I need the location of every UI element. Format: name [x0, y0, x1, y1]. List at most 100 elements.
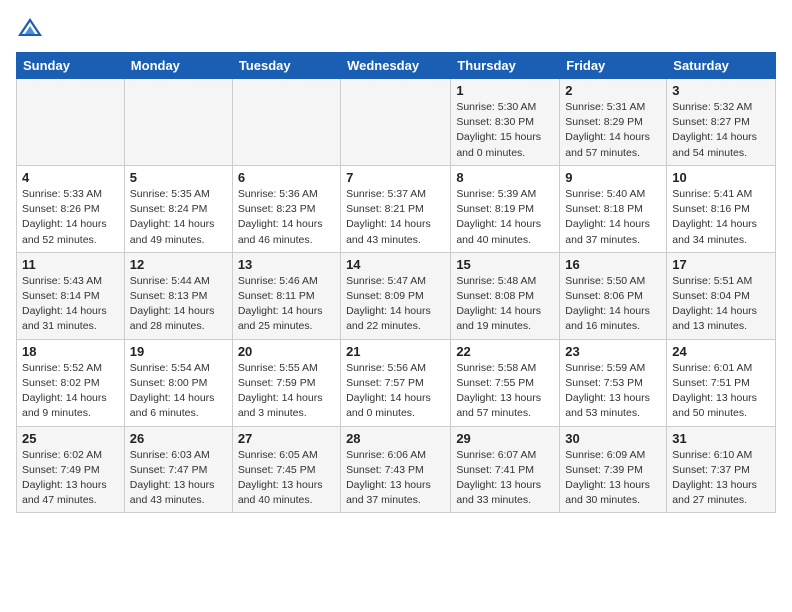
day-info: Sunrise: 5:40 AMSunset: 8:18 PMDaylight:…	[565, 187, 661, 248]
calendar-cell	[341, 79, 451, 166]
calendar-cell: 8 Sunrise: 5:39 AMSunset: 8:19 PMDaylight…	[451, 165, 560, 252]
day-info: Sunrise: 5:50 AMSunset: 8:06 PMDaylight:…	[565, 274, 661, 335]
day-number: 21	[346, 344, 445, 359]
day-number: 13	[238, 257, 335, 272]
day-info: Sunrise: 5:43 AMSunset: 8:14 PMDaylight:…	[22, 274, 119, 335]
day-info: Sunrise: 5:35 AMSunset: 8:24 PMDaylight:…	[130, 187, 227, 248]
day-info: Sunrise: 6:10 AMSunset: 7:37 PMDaylight:…	[672, 448, 770, 509]
day-number: 4	[22, 170, 119, 185]
weekday-thursday: Thursday	[451, 53, 560, 79]
day-info: Sunrise: 6:02 AMSunset: 7:49 PMDaylight:…	[22, 448, 119, 509]
day-info: Sunrise: 5:41 AMSunset: 8:16 PMDaylight:…	[672, 187, 770, 248]
day-info: Sunrise: 5:44 AMSunset: 8:13 PMDaylight:…	[130, 274, 227, 335]
calendar-cell: 5 Sunrise: 5:35 AMSunset: 8:24 PMDaylight…	[124, 165, 232, 252]
day-info: Sunrise: 5:56 AMSunset: 7:57 PMDaylight:…	[346, 361, 445, 422]
calendar-cell: 9 Sunrise: 5:40 AMSunset: 8:18 PMDaylight…	[560, 165, 667, 252]
weekday-friday: Friday	[560, 53, 667, 79]
day-info: Sunrise: 5:55 AMSunset: 7:59 PMDaylight:…	[238, 361, 335, 422]
day-number: 30	[565, 431, 661, 446]
calendar-cell: 21 Sunrise: 5:56 AMSunset: 7:57 PMDayligh…	[341, 339, 451, 426]
logo	[16, 16, 48, 44]
day-info: Sunrise: 6:07 AMSunset: 7:41 PMDaylight:…	[456, 448, 554, 509]
day-number: 28	[346, 431, 445, 446]
calendar-cell: 1Sunrise: 5:30 AMSunset: 8:30 PMDaylight…	[451, 79, 560, 166]
calendar-cell: 7Sunrise: 5:37 AMSunset: 8:21 PMDaylight…	[341, 165, 451, 252]
calendar-cell: 19Sunrise: 5:54 AMSunset: 8:00 PMDayligh…	[124, 339, 232, 426]
calendar-cell: 18Sunrise: 5:52 AMSunset: 8:02 PMDayligh…	[17, 339, 125, 426]
day-number: 15	[456, 257, 554, 272]
day-number: 9	[565, 170, 661, 185]
day-number: 2	[565, 83, 661, 98]
calendar-cell: 20 Sunrise: 5:55 AMSunset: 7:59 PMDayligh…	[232, 339, 340, 426]
day-number: 3	[672, 83, 770, 98]
day-info: Sunrise: 6:03 AMSunset: 7:47 PMDaylight:…	[130, 448, 227, 509]
weekday-wednesday: Wednesday	[341, 53, 451, 79]
day-info: Sunrise: 5:47 AMSunset: 8:09 PMDaylight:…	[346, 274, 445, 335]
calendar-cell: 28 Sunrise: 6:06 AMSunset: 7:43 PMDayligh…	[341, 426, 451, 513]
calendar-cell: 25 Sunrise: 6:02 AMSunset: 7:49 PMDayligh…	[17, 426, 125, 513]
calendar-cell: 26Sunrise: 6:03 AMSunset: 7:47 PMDayligh…	[124, 426, 232, 513]
day-number: 24	[672, 344, 770, 359]
page-header	[16, 16, 776, 44]
day-info: Sunrise: 5:32 AMSunset: 8:27 PMDaylight:…	[672, 100, 770, 161]
day-info: Sunrise: 6:06 AMSunset: 7:43 PMDaylight:…	[346, 448, 445, 509]
calendar-cell: 22 Sunrise: 5:58 AMSunset: 7:55 PMDayligh…	[451, 339, 560, 426]
day-info: Sunrise: 5:36 AMSunset: 8:23 PMDaylight:…	[238, 187, 335, 248]
day-info: Sunrise: 5:33 AMSunset: 8:26 PMDaylight:…	[22, 187, 119, 248]
weekday-sunday: Sunday	[17, 53, 125, 79]
calendar-cell: 29 Sunrise: 6:07 AMSunset: 7:41 PMDayligh…	[451, 426, 560, 513]
day-info: Sunrise: 5:59 AMSunset: 7:53 PMDaylight:…	[565, 361, 661, 422]
day-info: Sunrise: 5:31 AMSunset: 8:29 PMDaylight:…	[565, 100, 661, 161]
calendar-cell: 12 Sunrise: 5:44 AMSunset: 8:13 PMDayligh…	[124, 252, 232, 339]
day-info: Sunrise: 5:58 AMSunset: 7:55 PMDaylight:…	[456, 361, 554, 422]
calendar-week-5: 25 Sunrise: 6:02 AMSunset: 7:49 PMDayligh…	[17, 426, 776, 513]
day-number: 12	[130, 257, 227, 272]
calendar-body: 1Sunrise: 5:30 AMSunset: 8:30 PMDaylight…	[17, 79, 776, 513]
day-info: Sunrise: 5:48 AMSunset: 8:08 PMDaylight:…	[456, 274, 554, 335]
day-number: 25	[22, 431, 119, 446]
day-number: 31	[672, 431, 770, 446]
calendar-cell: 14Sunrise: 5:47 AMSunset: 8:09 PMDayligh…	[341, 252, 451, 339]
calendar-cell: 17Sunrise: 5:51 AMSunset: 8:04 PMDayligh…	[667, 252, 776, 339]
logo-icon	[16, 16, 44, 44]
calendar-week-2: 4 Sunrise: 5:33 AMSunset: 8:26 PMDaylight…	[17, 165, 776, 252]
day-number: 29	[456, 431, 554, 446]
calendar-cell: 31 Sunrise: 6:10 AMSunset: 7:37 PMDayligh…	[667, 426, 776, 513]
day-info: Sunrise: 5:52 AMSunset: 8:02 PMDaylight:…	[22, 361, 119, 422]
weekday-tuesday: Tuesday	[232, 53, 340, 79]
day-number: 11	[22, 257, 119, 272]
calendar-cell	[124, 79, 232, 166]
calendar-cell: 4 Sunrise: 5:33 AMSunset: 8:26 PMDaylight…	[17, 165, 125, 252]
calendar-week-1: 1Sunrise: 5:30 AMSunset: 8:30 PMDaylight…	[17, 79, 776, 166]
calendar-cell: 24 Sunrise: 6:01 AMSunset: 7:51 PMDayligh…	[667, 339, 776, 426]
day-number: 19	[130, 344, 227, 359]
day-number: 27	[238, 431, 335, 446]
calendar-cell: 10Sunrise: 5:41 AMSunset: 8:16 PMDayligh…	[667, 165, 776, 252]
calendar-cell: 2 Sunrise: 5:31 AMSunset: 8:29 PMDaylight…	[560, 79, 667, 166]
day-number: 6	[238, 170, 335, 185]
calendar-cell: 11 Sunrise: 5:43 AMSunset: 8:14 PMDayligh…	[17, 252, 125, 339]
day-number: 23	[565, 344, 661, 359]
calendar-cell: 30Sunrise: 6:09 AMSunset: 7:39 PMDayligh…	[560, 426, 667, 513]
day-number: 16	[565, 257, 661, 272]
weekday-monday: Monday	[124, 53, 232, 79]
day-info: Sunrise: 6:01 AMSunset: 7:51 PMDaylight:…	[672, 361, 770, 422]
calendar-cell	[17, 79, 125, 166]
calendar-cell: 13Sunrise: 5:46 AMSunset: 8:11 PMDayligh…	[232, 252, 340, 339]
calendar-week-4: 18Sunrise: 5:52 AMSunset: 8:02 PMDayligh…	[17, 339, 776, 426]
day-info: Sunrise: 5:39 AMSunset: 8:19 PMDaylight:…	[456, 187, 554, 248]
day-info: Sunrise: 6:05 AMSunset: 7:45 PMDaylight:…	[238, 448, 335, 509]
day-number: 17	[672, 257, 770, 272]
calendar-header: SundayMondayTuesdayWednesdayThursdayFrid…	[17, 53, 776, 79]
calendar-week-3: 11 Sunrise: 5:43 AMSunset: 8:14 PMDayligh…	[17, 252, 776, 339]
day-number: 8	[456, 170, 554, 185]
day-number: 20	[238, 344, 335, 359]
day-number: 22	[456, 344, 554, 359]
calendar-cell: 6 Sunrise: 5:36 AMSunset: 8:23 PMDaylight…	[232, 165, 340, 252]
calendar-cell	[232, 79, 340, 166]
day-info: Sunrise: 5:37 AMSunset: 8:21 PMDaylight:…	[346, 187, 445, 248]
day-number: 1	[456, 83, 554, 98]
weekday-header-row: SundayMondayTuesdayWednesdayThursdayFrid…	[17, 53, 776, 79]
day-number: 5	[130, 170, 227, 185]
calendar-cell: 16 Sunrise: 5:50 AMSunset: 8:06 PMDayligh…	[560, 252, 667, 339]
